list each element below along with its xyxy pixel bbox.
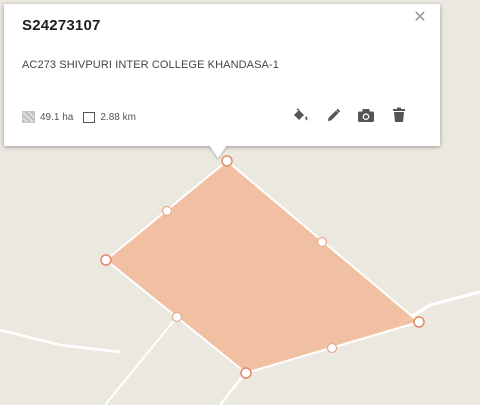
perimeter-value: 2.88 km bbox=[100, 111, 136, 123]
area-stat: 49.1 ha bbox=[22, 111, 73, 123]
close-icon[interactable]: ✕ bbox=[412, 10, 428, 26]
area-value: 49.1 ha bbox=[40, 111, 74, 123]
vertex-handle[interactable] bbox=[413, 316, 425, 328]
field-boundary-polygon[interactable] bbox=[104, 159, 422, 375]
perimeter-stat: 2.88 km bbox=[83, 111, 136, 123]
edit-pencil-icon[interactable] bbox=[324, 106, 342, 124]
popup-actions bbox=[276, 106, 408, 124]
field-name-label: AC273 SHIVPURI INTER COLLEGE KHANDASA-1 bbox=[22, 59, 279, 71]
midpoint-handle[interactable] bbox=[316, 236, 328, 248]
field-id-title: S24273107 bbox=[22, 17, 101, 34]
measurement-stats: 49.1 ha 2.88 km bbox=[22, 111, 146, 123]
camera-icon[interactable] bbox=[357, 106, 375, 124]
midpoint-handle[interactable] bbox=[171, 311, 183, 323]
area-icon bbox=[22, 111, 35, 123]
midpoint-handle[interactable] bbox=[161, 205, 173, 217]
vertex-handle[interactable] bbox=[240, 367, 252, 379]
road bbox=[0, 328, 121, 354]
delete-trash-icon[interactable] bbox=[390, 106, 408, 124]
perimeter-icon bbox=[83, 111, 96, 123]
popup-pointer bbox=[209, 145, 227, 158]
fill-color-icon[interactable] bbox=[291, 106, 309, 124]
info-popup: S24273107 ✕ AC273 SHIVPURI INTER COLLEGE… bbox=[4, 4, 440, 146]
vertex-handle[interactable] bbox=[100, 254, 112, 266]
midpoint-handle[interactable] bbox=[326, 342, 338, 354]
road bbox=[104, 317, 177, 405]
